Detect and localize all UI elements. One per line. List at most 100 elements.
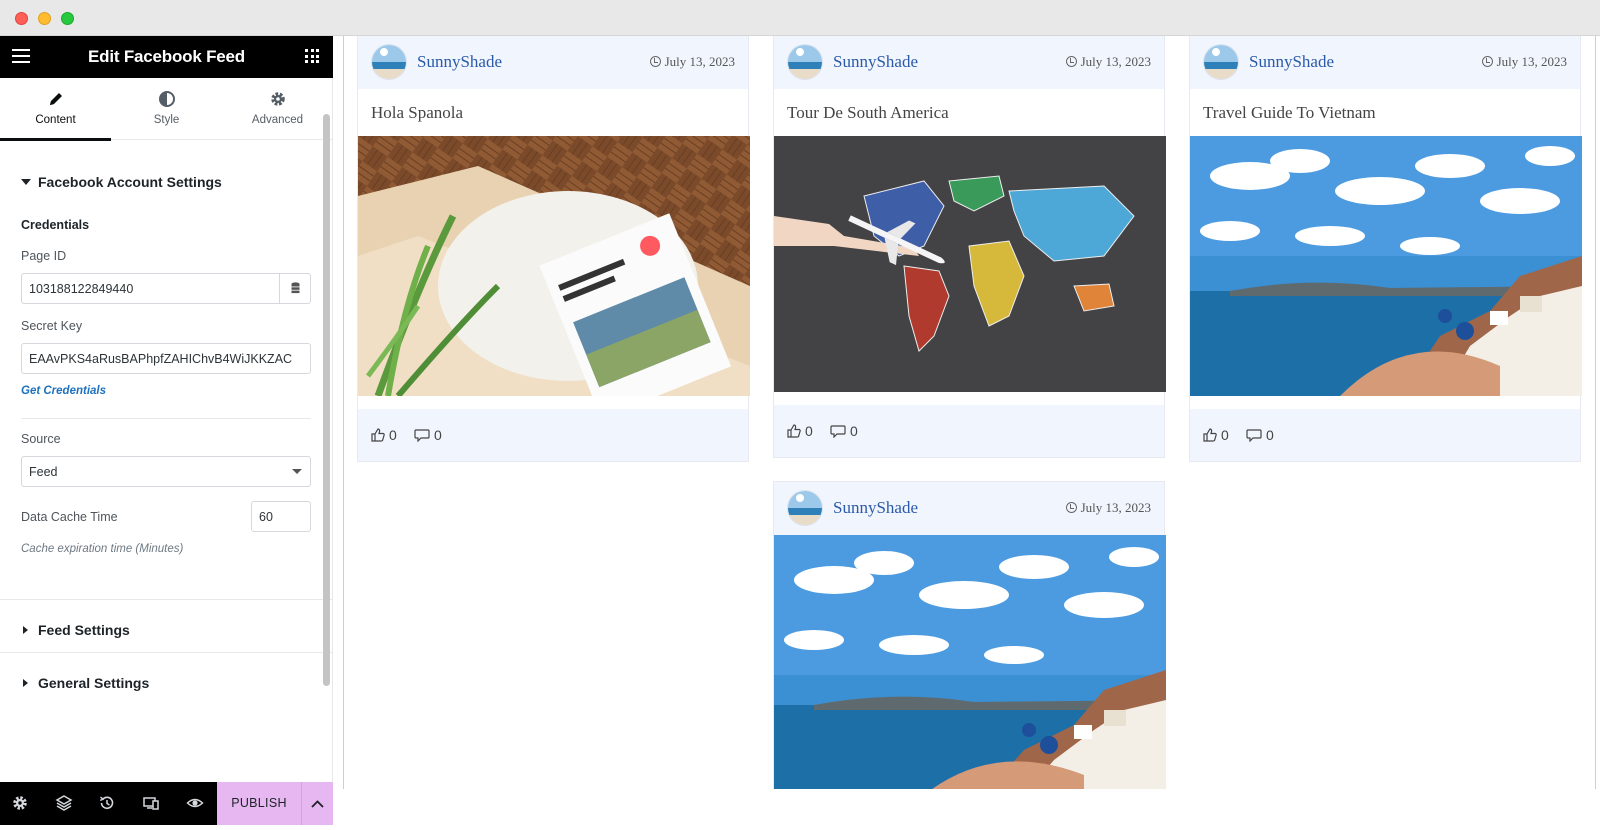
comments-count-value: 0 [850, 423, 858, 439]
likes-count-value: 0 [805, 423, 813, 439]
santorini-coast-photo[interactable] [1190, 136, 1582, 396]
tab-advanced[interactable]: Advanced [222, 78, 333, 140]
post-author-link[interactable]: SunnyShade [833, 52, 918, 72]
caret-down-icon [21, 179, 31, 185]
data-cache-time-label: Data Cache Time [21, 510, 118, 524]
section-feed-settings[interactable]: Feed Settings [21, 622, 130, 638]
data-cache-time-input[interactable]: 60 [251, 501, 311, 532]
page-id-value: 103188122849440 [29, 282, 134, 296]
settings-gear-icon[interactable] [11, 794, 29, 812]
layers-icon[interactable] [55, 794, 73, 812]
chevron-up-icon [311, 800, 324, 808]
widgets-grid-icon[interactable] [305, 49, 319, 63]
clock-icon [1065, 502, 1077, 513]
close-window-button[interactable] [15, 12, 28, 25]
section-title: General Settings [38, 675, 150, 691]
post-title[interactable]: Tour De South America [774, 89, 1164, 136]
feed-post-card: SunnyShade July 13, 2023 Travel Guide To… [1189, 36, 1582, 462]
feed-post-card: SunnyShade July 13, 2023 Hola Spanola 0 … [357, 36, 750, 462]
likes-count[interactable]: 0 [371, 427, 397, 443]
post-header: SunnyShade July 13, 2023 [774, 36, 1164, 89]
page-id-field[interactable]: 103188122849440 [21, 273, 311, 304]
post-title[interactable]: Travel Guide To Vietnam [1190, 89, 1580, 136]
comments-count[interactable]: 0 [830, 423, 858, 439]
sidebar-title: Edit Facebook Feed [88, 47, 245, 66]
avatar[interactable] [787, 490, 823, 526]
page-preview: SunnyShade July 13, 2023 Hola Spanola 0 … [333, 36, 1600, 789]
pencil-icon [49, 93, 62, 105]
avatar[interactable] [787, 44, 823, 80]
database-icon [291, 282, 300, 294]
browser-window: Edit Facebook Feed Content Style Advance… [0, 0, 1600, 825]
get-credentials-link[interactable]: Get Credentials [21, 385, 106, 397]
clock-icon [1065, 56, 1077, 67]
world-map-chalkboard-photo[interactable] [774, 136, 1166, 392]
source-selected-value: Feed [29, 465, 58, 479]
comment-icon [1246, 429, 1262, 443]
comment-icon [414, 429, 430, 443]
post-date-text: July 13, 2023 [664, 54, 735, 69]
avatar[interactable] [1203, 44, 1239, 80]
source-select[interactable]: Feed [21, 456, 311, 487]
editor-footer: PUBLISH [0, 782, 333, 825]
post-date: July 13, 2023 [1065, 500, 1151, 516]
post-author-link[interactable]: SunnyShade [1249, 52, 1334, 72]
tab-content[interactable]: Content [0, 78, 111, 141]
comment-icon [830, 425, 846, 439]
preview-eye-icon[interactable] [186, 794, 204, 812]
editor-sidebar: Edit Facebook Feed Content Style Advance… [0, 36, 333, 825]
post-author-link[interactable]: SunnyShade [417, 52, 502, 72]
tab-style[interactable]: Style [111, 78, 222, 140]
credentials-heading: Credentials [21, 218, 90, 232]
post-date: July 13, 2023 [1481, 54, 1567, 70]
post-date: July 13, 2023 [1065, 54, 1151, 70]
dynamic-tags-button[interactable] [279, 274, 310, 303]
thumbs-up-icon [371, 428, 385, 442]
comments-count[interactable]: 0 [1246, 427, 1274, 443]
panel-tabs: Content Style Advanced [0, 78, 333, 141]
history-icon[interactable] [98, 794, 116, 812]
likes-count-value: 0 [389, 427, 397, 443]
post-date-text: July 13, 2023 [1496, 54, 1567, 69]
comments-count[interactable]: 0 [414, 427, 442, 443]
likes-count[interactable]: 0 [787, 423, 813, 439]
cache-time-value: 60 [259, 510, 273, 524]
comments-count-value: 0 [434, 427, 442, 443]
publish-button[interactable]: PUBLISH [217, 782, 301, 825]
secret-key-field[interactable]: EAAvPKS4aRusBAPhpfZAHIChvB4WiJKKZAC [21, 343, 311, 374]
sidebar-scrollbar[interactable] [323, 114, 330, 686]
caret-right-icon [23, 679, 28, 687]
feed-post-card: SunnyShade July 13, 2023 [773, 481, 1166, 789]
avatar[interactable] [371, 44, 407, 80]
thumbs-up-icon [1203, 428, 1217, 442]
publish-options-button[interactable] [301, 782, 333, 825]
responsive-mode-icon[interactable] [142, 794, 160, 812]
santorini-coast-photo[interactable] [774, 535, 1166, 789]
section-divider [0, 652, 333, 653]
likes-count-value: 0 [1221, 427, 1229, 443]
likes-count[interactable]: 0 [1203, 427, 1229, 443]
secret-key-value: EAAvPKS4aRusBAPhpfZAHIChvB4WiJKKZAC [29, 352, 293, 366]
tab-style-label: Style [153, 114, 180, 126]
post-date-text: July 13, 2023 [1080, 500, 1151, 515]
section-general-settings[interactable]: General Settings [21, 675, 149, 691]
tab-advanced-label: Advanced [251, 114, 304, 126]
clock-icon [649, 56, 661, 67]
section-title: Facebook Account Settings [38, 174, 222, 190]
half-circle-icon [158, 91, 175, 107]
section-facebook-account-settings[interactable]: Facebook Account Settings [21, 174, 222, 190]
post-title[interactable]: Hola Spanola [358, 89, 748, 136]
guidebook-photo[interactable] [358, 136, 750, 396]
post-author-link[interactable]: SunnyShade [833, 498, 918, 518]
gear-icon [270, 92, 285, 106]
section-divider [0, 599, 333, 600]
caret-right-icon [23, 626, 28, 634]
post-header: SunnyShade July 13, 2023 [1190, 36, 1580, 89]
minimize-window-button[interactable] [38, 12, 51, 25]
secret-key-label: Secret Key [21, 319, 83, 333]
comments-count-value: 0 [1266, 427, 1274, 443]
clock-icon [1481, 56, 1493, 67]
post-header: SunnyShade July 13, 2023 [774, 482, 1164, 535]
maximize-window-button[interactable] [61, 12, 74, 25]
post-footer: 0 0 [1190, 409, 1580, 461]
